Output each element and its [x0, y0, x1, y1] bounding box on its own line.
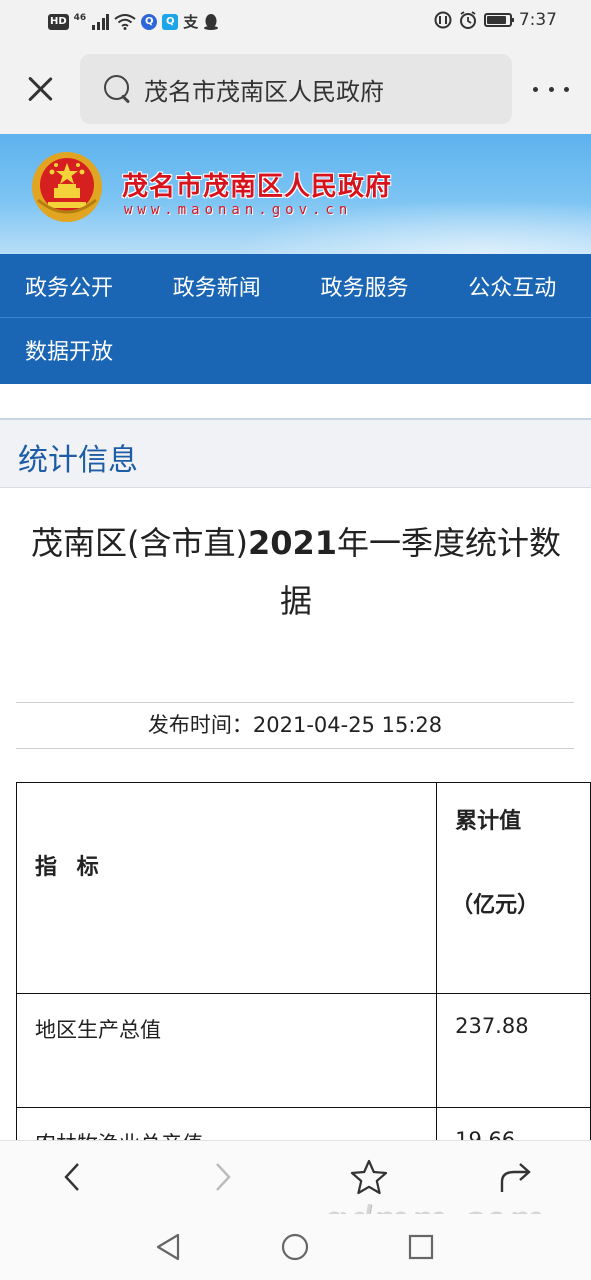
- share-icon: [500, 1163, 531, 1192]
- nav-row: 数据开放: [0, 318, 591, 382]
- section-header: 统计信息: [0, 418, 591, 488]
- data-saver-icon: [434, 11, 452, 29]
- article-title-year: 2021: [247, 524, 338, 562]
- table-header-value-line1: 累计值: [455, 809, 522, 834]
- battery-icon: [483, 13, 514, 27]
- article-title-part: 茂南区(含市直): [30, 524, 248, 562]
- table-cell-label: 地区生产总值: [15, 993, 438, 1108]
- circle-home-icon: [281, 1233, 309, 1261]
- table-cell-value: 237.88: [436, 993, 591, 1108]
- nav-item-gov-affairs[interactable]: 政务公开: [0, 270, 148, 302]
- nav-row: 政务公开 政务新闻 政务服务 公众互动: [0, 254, 591, 318]
- phone-screen: HD 46 Q Q 支 7:37 茂名市茂南区人民政府 茂名市茂南区人民政府 w…: [0, 0, 591, 1280]
- alipay-app-icon: 支: [183, 13, 199, 31]
- table-header-value: 累计值 （亿元）: [436, 782, 591, 994]
- nav-item-open-data[interactable]: 数据开放: [0, 334, 148, 366]
- status-left: HD 46 Q Q 支: [48, 11, 219, 32]
- system-back-button[interactable]: [152, 1230, 186, 1264]
- publish-label: 发布时间：: [147, 713, 253, 737]
- main-nav: 政务公开 政务新闻 政务服务 公众互动 数据开放: [0, 254, 591, 384]
- address-bar[interactable]: 茂名市茂南区人民政府: [80, 54, 512, 124]
- status-time: 7:37: [518, 10, 557, 30]
- network-type: 46: [73, 12, 87, 23]
- share-button[interactable]: [494, 1155, 538, 1199]
- alarm-icon: [459, 11, 476, 29]
- search-icon: [102, 73, 134, 105]
- table-header-indicator: 指 标: [15, 782, 438, 994]
- favorite-button[interactable]: [347, 1155, 391, 1199]
- hd-badge: HD: [48, 13, 69, 30]
- nav-item-public-interaction[interactable]: 公众互动: [443, 270, 591, 302]
- site-banner[interactable]: 茂名市茂南区人民政府 www.maonan.gov.cn: [0, 134, 591, 254]
- qq-penguin-icon: [204, 14, 219, 30]
- system-nav-bar: [0, 1214, 591, 1280]
- table-row: 地区生产总值 237.88: [15, 993, 591, 1108]
- more-options-icon[interactable]: [533, 77, 569, 101]
- chevron-right-icon: [216, 1163, 231, 1191]
- site-title: 茂名市茂南区人民政府: [122, 172, 393, 202]
- address-text: 茂名市茂南区人民政府: [144, 77, 384, 106]
- nav-item-gov-news[interactable]: 政务新闻: [148, 270, 296, 302]
- status-bar: HD 46 Q Q 支 7:37: [0, 0, 591, 44]
- table-header-row: 指 标 累计值 （亿元）: [15, 782, 591, 994]
- article-title: 茂南区(含市直)2021年一季度统计数据: [20, 514, 572, 630]
- close-icon[interactable]: [22, 71, 58, 107]
- wifi-icon: [114, 13, 136, 30]
- nav-item-gov-services[interactable]: 政务服务: [296, 270, 444, 302]
- nav-spacer: [0, 384, 591, 418]
- square-recents-icon: [408, 1234, 434, 1260]
- table-header-value-line2: （亿元）: [451, 893, 540, 918]
- browser-header: 茂名市茂南区人民政府: [0, 44, 591, 134]
- triangle-back-icon: [156, 1233, 180, 1261]
- forward-button[interactable]: [201, 1155, 245, 1199]
- star-icon: [350, 1159, 388, 1195]
- section-title: 统计信息: [18, 443, 138, 478]
- search-app-icon: Q: [162, 13, 179, 30]
- national-emblem-icon: [32, 152, 102, 222]
- publish-info: 发布时间：2021-04-25 15:28: [16, 702, 574, 749]
- system-home-button[interactable]: [278, 1230, 312, 1264]
- status-right: 7:37: [434, 10, 557, 30]
- site-url: www.maonan.gov.cn: [124, 202, 353, 218]
- chevron-left-icon: [64, 1163, 79, 1191]
- signal-icon: [92, 13, 110, 30]
- back-button[interactable]: [50, 1155, 94, 1199]
- publish-time: 2021-04-25 15:28: [252, 713, 443, 737]
- qq-browser-app-icon: Q: [141, 13, 158, 30]
- system-recents-button[interactable]: [404, 1230, 438, 1264]
